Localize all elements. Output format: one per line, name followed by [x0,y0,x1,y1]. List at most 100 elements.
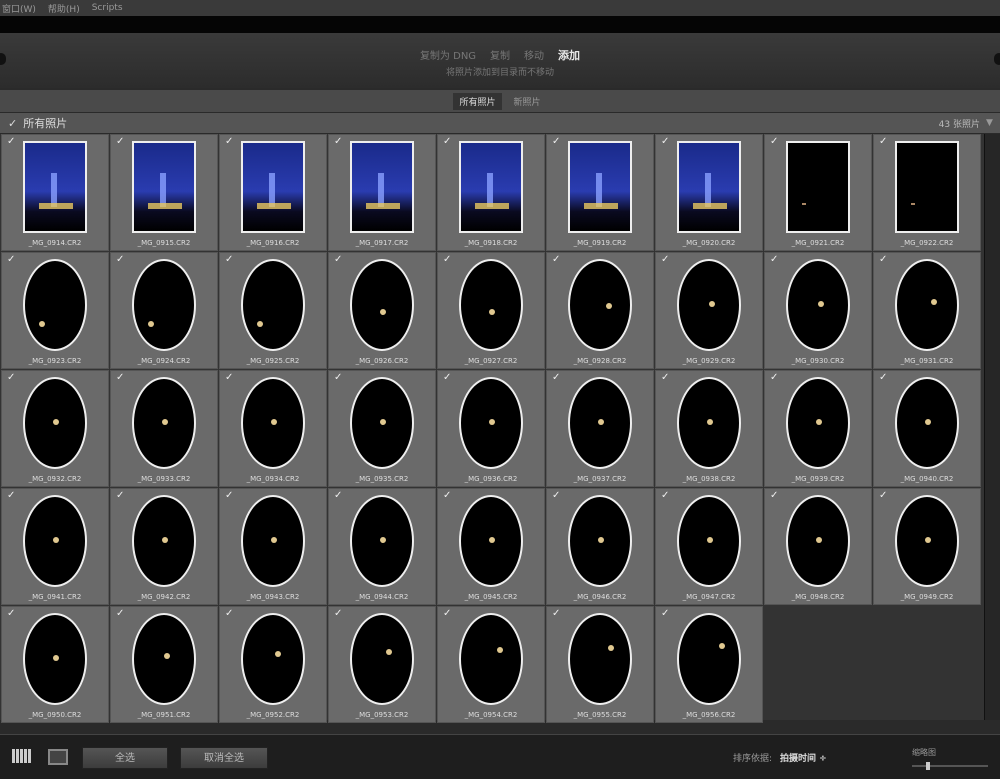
include-checkbox[interactable]: ✓ [116,254,124,265]
photo-thumbnail[interactable] [895,259,959,351]
include-checkbox[interactable]: ✓ [116,136,124,147]
photo-thumbnail[interactable] [350,613,414,705]
include-checkbox[interactable]: ✓ [116,372,124,383]
include-checkbox[interactable]: ✓ [552,254,560,265]
photo-cell[interactable]: ✓ _MG_0948.CR2 [764,488,872,605]
photo-thumbnail[interactable] [241,613,305,705]
photo-thumbnail[interactable] [132,377,196,469]
photo-cell[interactable]: ✓ _MG_0950.CR2 [1,606,109,723]
photo-thumbnail[interactable] [241,377,305,469]
photo-thumbnail[interactable] [568,613,632,705]
include-checkbox[interactable]: ✓ [661,608,669,619]
include-checkbox[interactable]: ✓ [116,490,124,501]
photo-thumbnail[interactable] [459,377,523,469]
right-panel-arrow-icon[interactable] [994,53,1000,65]
photo-cell[interactable]: ✓ _MG_0944.CR2 [328,488,436,605]
photo-cell[interactable]: ✓ _MG_0949.CR2 [873,488,981,605]
photo-cell[interactable]: ✓ _MG_0929.CR2 [655,252,763,369]
photo-thumbnail[interactable] [568,495,632,587]
include-checkbox[interactable]: ✓ [443,136,451,147]
photo-thumbnail[interactable] [895,141,959,233]
include-checkbox[interactable]: ✓ [661,136,669,147]
sort-select[interactable]: 拍摄时间 ÷ [780,754,827,764]
include-checkbox[interactable]: ✓ [443,608,451,619]
photo-thumbnail[interactable] [23,259,87,351]
photo-thumbnail[interactable] [350,377,414,469]
photo-cell[interactable]: ✓ _MG_0935.CR2 [328,370,436,487]
photo-cell[interactable]: ✓ _MG_0939.CR2 [764,370,872,487]
tab-new-photos[interactable]: 新照片 [508,93,547,110]
include-checkbox[interactable]: ✓ [770,490,778,501]
menu-help[interactable]: 帮助(H) [48,2,80,15]
include-checkbox[interactable]: ✓ [7,608,15,619]
photo-cell[interactable]: ✓ _MG_0934.CR2 [219,370,327,487]
photo-thumbnail[interactable] [459,259,523,351]
photo-cell[interactable]: ✓ _MG_0921.CR2 [764,134,872,251]
include-checkbox[interactable]: ✓ [879,490,887,501]
mode-add[interactable]: 添加 [558,47,580,63]
scrollbar[interactable] [984,134,1000,720]
photo-thumbnail[interactable] [568,259,632,351]
photo-cell[interactable]: ✓ _MG_0918.CR2 [437,134,545,251]
photo-cell[interactable]: ✓ _MG_0943.CR2 [219,488,327,605]
photo-cell[interactable]: ✓ _MG_0947.CR2 [655,488,763,605]
include-checkbox[interactable]: ✓ [879,254,887,265]
include-checkbox[interactable]: ✓ [334,608,342,619]
photo-thumbnail[interactable] [568,141,632,233]
photo-cell[interactable]: ✓ _MG_0946.CR2 [546,488,654,605]
photo-thumbnail[interactable] [350,495,414,587]
photo-cell[interactable]: ✓ _MG_0924.CR2 [110,252,218,369]
mode-move[interactable]: 移动 [524,47,544,63]
thumbnail-size-slider[interactable] [912,762,988,770]
collapse-triangle-icon[interactable]: ▼ [986,118,1000,128]
photo-cell[interactable]: ✓ _MG_0941.CR2 [1,488,109,605]
photo-thumbnail[interactable] [132,495,196,587]
include-checkbox[interactable]: ✓ [879,372,887,383]
photo-thumbnail[interactable] [786,377,850,469]
photo-thumbnail[interactable] [677,377,741,469]
photo-cell[interactable]: ✓ _MG_0928.CR2 [546,252,654,369]
photo-thumbnail[interactable] [677,141,741,233]
photo-cell[interactable]: ✓ _MG_0932.CR2 [1,370,109,487]
section-check-icon[interactable]: ✓ [8,117,17,130]
include-checkbox[interactable]: ✓ [334,136,342,147]
photo-thumbnail[interactable] [132,613,196,705]
photo-cell[interactable]: ✓ _MG_0942.CR2 [110,488,218,605]
include-checkbox[interactable]: ✓ [879,136,887,147]
photo-cell[interactable]: ✓ _MG_0919.CR2 [546,134,654,251]
include-checkbox[interactable]: ✓ [770,372,778,383]
photo-thumbnail[interactable] [459,613,523,705]
photo-cell[interactable]: ✓ _MG_0954.CR2 [437,606,545,723]
photo-cell[interactable]: ✓ _MG_0915.CR2 [110,134,218,251]
include-checkbox[interactable]: ✓ [334,254,342,265]
photo-cell[interactable]: ✓ _MG_0927.CR2 [437,252,545,369]
include-checkbox[interactable]: ✓ [334,372,342,383]
photo-cell[interactable]: ✓ _MG_0937.CR2 [546,370,654,487]
photo-cell[interactable]: ✓ _MG_0922.CR2 [873,134,981,251]
photo-cell[interactable]: ✓ _MG_0936.CR2 [437,370,545,487]
photo-cell[interactable]: ✓ _MG_0914.CR2 [1,134,109,251]
photo-thumbnail[interactable] [677,613,741,705]
photo-thumbnail[interactable] [350,141,414,233]
include-checkbox[interactable]: ✓ [552,136,560,147]
photo-thumbnail[interactable] [459,495,523,587]
photo-thumbnail[interactable] [786,259,850,351]
photo-thumbnail[interactable] [241,495,305,587]
left-panel-arrow-icon[interactable] [0,53,6,65]
menu-window[interactable]: 窗口(W) [2,2,36,15]
photo-thumbnail[interactable] [23,377,87,469]
select-all-button[interactable]: 全选 [82,747,168,769]
slider-handle[interactable] [926,762,930,770]
include-checkbox[interactable]: ✓ [661,254,669,265]
include-checkbox[interactable]: ✓ [443,490,451,501]
photo-cell[interactable]: ✓ _MG_0955.CR2 [546,606,654,723]
photo-thumbnail[interactable] [241,141,305,233]
photo-thumbnail[interactable] [23,495,87,587]
photo-thumbnail[interactable] [132,141,196,233]
photo-cell[interactable]: ✓ _MG_0925.CR2 [219,252,327,369]
photo-cell[interactable]: ✓ _MG_0940.CR2 [873,370,981,487]
photo-cell[interactable]: ✓ _MG_0938.CR2 [655,370,763,487]
photo-cell[interactable]: ✓ _MG_0952.CR2 [219,606,327,723]
include-checkbox[interactable]: ✓ [552,608,560,619]
photo-cell[interactable]: ✓ _MG_0933.CR2 [110,370,218,487]
